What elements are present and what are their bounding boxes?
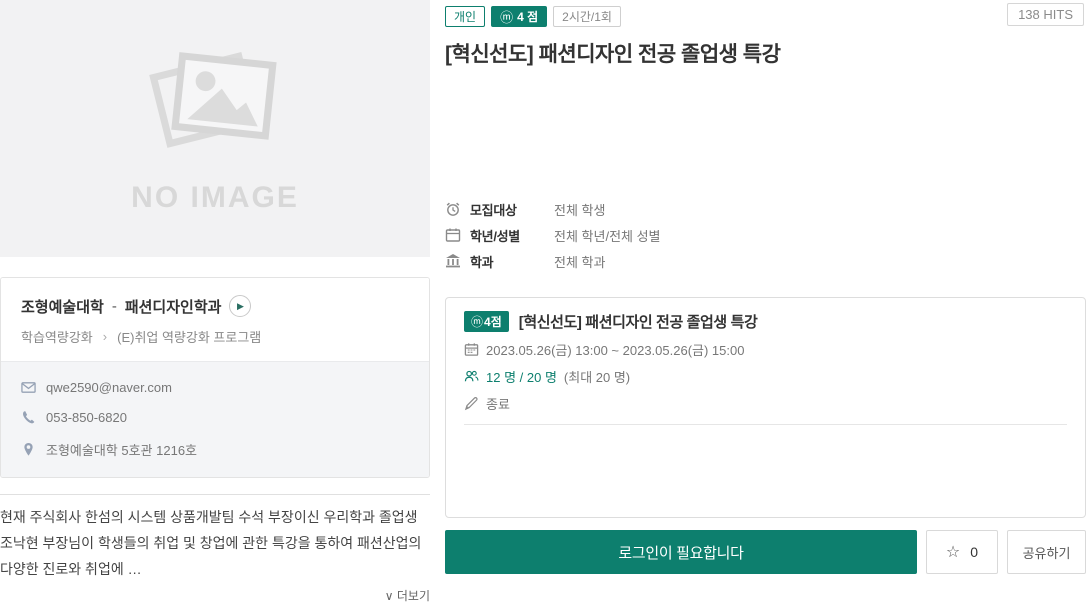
share-button[interactable]: 공유하기 [1007, 530, 1086, 574]
location-value: 조형예술대학 5호관 1216호 [46, 440, 197, 459]
play-button[interactable]: ▶ [229, 295, 251, 317]
show-more-link[interactable]: ∨ 더보기 [0, 587, 430, 604]
type-badge-label: 개인 [454, 8, 476, 25]
info-value: 전체 학생 [554, 200, 605, 219]
main-content: 개인 ⓜ 4 점 2시간/1회 138 HITS [혁신선도] 패션디자인 전공… [445, 0, 1086, 574]
college-dept-separator: - [112, 298, 117, 315]
info-label: 학과 [470, 252, 554, 271]
email-row: qwe2590@naver.com [21, 380, 409, 395]
share-label: 공유하기 [1023, 543, 1071, 562]
image-placeholder: NO IMAGE [0, 0, 430, 257]
session-capacity-note: (최대 20 명) [564, 367, 630, 386]
info-row-grade-gender: 학년/성별 전체 학년/전체 성별 [445, 222, 1086, 248]
m-circle-icon: ⓜ [500, 7, 513, 26]
duration-badge-label: 2시간/1회 [562, 8, 612, 25]
phone-value: 053-850-6820 [46, 410, 127, 425]
department-card: 조형예술대학 - 패션디자인학과 ▶ 학습역량강화 › (E)취업 역량강화 프… [0, 277, 430, 478]
no-image-icon [130, 43, 300, 163]
bank-icon [445, 253, 461, 269]
play-icon: ▶ [237, 301, 244, 312]
session-enrolled: 12 명 / 20 명 [486, 367, 557, 386]
session-mileage-badge: ⓜ 4점 [464, 311, 509, 332]
star-icon: ☆ [946, 542, 960, 562]
info-list: 모집대상 전체 학생 학년/성별 전체 학년/전체 성별 학과 전체 학과 [445, 196, 1086, 274]
description-text: 현재 주식회사 한섬의 시스템 상품개발팀 수석 부장이신 우리학과 졸업생 조… [0, 505, 430, 583]
category-label: 학습역량강화 [21, 327, 93, 346]
action-row: 로그인이 필요합니다 ☆ 0 공유하기 [445, 530, 1086, 574]
phone-row: 053-850-6820 [21, 410, 409, 425]
program-breadcrumb: 학습역량강화 › (E)취업 역량강화 프로그램 [21, 327, 409, 346]
login-required-button[interactable]: 로그인이 필요합니다 [445, 530, 917, 574]
left-column: NO IMAGE 조형예술대학 - 패션디자인학과 ▶ 학습역량강화 › (E)… [0, 0, 430, 604]
description-divider [0, 494, 430, 495]
hits-badge: 138 HITS [1007, 3, 1084, 26]
chevron-down-icon: ∨ [385, 589, 394, 603]
session-card-divider [464, 424, 1067, 425]
type-badge: 개인 [445, 6, 485, 27]
session-date-row: 2023.05.26(금) 13:00 ~ 2023.05.26(금) 15:0… [464, 340, 1067, 359]
info-value: 전체 학년/전체 성별 [554, 226, 661, 245]
session-date: 2023.05.26(금) 13:00 ~ 2023.05.26(금) 15:0… [486, 340, 744, 359]
info-row-target: 모집대상 전체 학생 [445, 196, 1086, 222]
info-label: 학년/성별 [470, 226, 554, 245]
department-card-header: 조형예술대학 - 패션디자인학과 ▶ 학습역량강화 › (E)취업 역량강화 프… [1, 278, 429, 361]
no-image-label: NO IMAGE [131, 181, 299, 215]
duration-badge: 2시간/1회 [553, 6, 621, 27]
email-value: qwe2590@naver.com [46, 380, 172, 395]
envelope-icon [21, 380, 36, 395]
info-label: 모집대상 [470, 200, 554, 219]
show-more-label: 더보기 [397, 589, 430, 603]
favorite-button[interactable]: ☆ 0 [926, 530, 998, 574]
college-name: 조형예술대학 [21, 296, 104, 317]
mileage-badge-label: 4 점 [517, 8, 538, 25]
session-status-row: 종료 [464, 394, 1067, 413]
calendar-icon [445, 227, 461, 243]
session-card-content: ⓜ 4점 [혁신선도] 패션디자인 전공 졸업생 특강 2023.05.26(금… [446, 298, 1085, 435]
session-status: 종료 [486, 394, 510, 413]
users-icon [464, 369, 479, 384]
calendar-icon [464, 342, 479, 357]
program-label: (E)취업 역량강화 프로그램 [117, 327, 261, 346]
badge-row: 개인 ⓜ 4 점 2시간/1회 138 HITS [445, 0, 1086, 27]
pen-icon [464, 396, 479, 411]
favorite-count: 0 [970, 544, 978, 560]
session-mileage-label: 4점 [484, 313, 502, 330]
info-row-department: 학과 전체 학과 [445, 248, 1086, 274]
session-title: [혁신선도] 패션디자인 전공 졸업생 특강 [519, 311, 758, 332]
phone-icon [21, 410, 36, 425]
m-circle-icon: ⓜ [471, 313, 483, 330]
session-card[interactable]: ⓜ 4점 [혁신선도] 패션디자인 전공 졸업생 특강 2023.05.26(금… [445, 297, 1086, 518]
alarm-clock-icon [445, 201, 461, 217]
info-value: 전체 학과 [554, 252, 605, 271]
location-row: 조형예술대학 5호관 1216호 [21, 440, 409, 459]
mileage-badge: ⓜ 4 점 [491, 6, 547, 27]
department-name: 패션디자인학과 [125, 296, 222, 317]
session-capacity-row: 12 명 / 20 명 (최대 20 명) [464, 367, 1067, 386]
map-pin-icon [21, 442, 36, 457]
page-title: [혁신선도] 패션디자인 전공 졸업생 특강 [445, 38, 1086, 68]
breadcrumb-arrow-icon: › [103, 329, 107, 344]
contact-section: qwe2590@naver.com 053-850-6820 조형예술대학 5호… [1, 361, 429, 477]
